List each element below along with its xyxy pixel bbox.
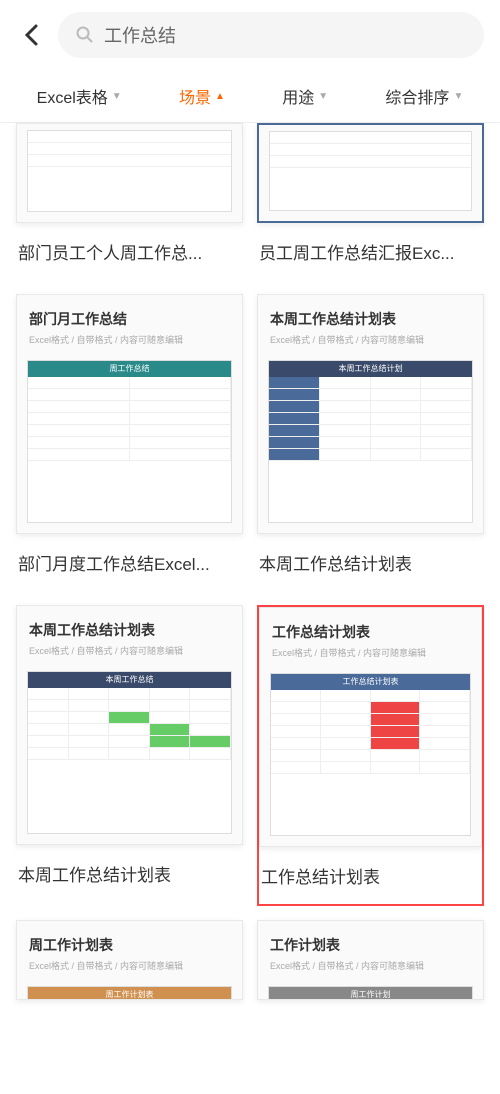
template-title: 员工周工作总结汇报Exc...	[257, 223, 484, 280]
template-thumbnail: 本周工作总结计划表 Excel格式 / 自带格式 / 内容可随意编辑 本周工作总…	[16, 605, 243, 845]
template-thumbnail	[16, 123, 243, 223]
thumb-heading: 部门月工作总结	[29, 309, 230, 329]
thumb-subtitle: Excel格式 / 自带格式 / 内容可随意编辑	[29, 644, 230, 657]
thumb-subtitle: Excel格式 / 自带格式 / 内容可随意编辑	[270, 333, 471, 346]
thumb-heading: 工作总结计划表	[272, 622, 469, 642]
thumb-heading: 周工作计划表	[29, 935, 230, 955]
template-thumbnail: 工作总结计划表 Excel格式 / 自带格式 / 内容可随意编辑 工作总结计划表	[259, 607, 482, 847]
template-title: 工作总结计划表	[259, 847, 482, 904]
search-input[interactable]: 工作总结	[58, 12, 484, 58]
template-card[interactable]: 员工周工作总结汇报Exc...	[257, 123, 484, 280]
template-thumbnail: 本周工作总结计划表 Excel格式 / 自带格式 / 内容可随意编辑 本周工作总…	[257, 294, 484, 534]
template-card[interactable]: 工作计划表 Excel格式 / 自带格式 / 内容可随意编辑 周工作计划	[257, 920, 484, 1000]
chevron-down-icon: ▼	[453, 91, 463, 102]
thumb-subtitle: Excel格式 / 自带格式 / 内容可随意编辑	[270, 959, 471, 972]
thumb-subtitle: Excel格式 / 自带格式 / 内容可随意编辑	[29, 333, 230, 346]
table-banner: 周工作总结	[28, 361, 231, 377]
template-thumbnail: 周工作计划表 Excel格式 / 自带格式 / 内容可随意编辑 周工作计划表	[16, 920, 243, 1000]
template-thumbnail: 工作计划表 Excel格式 / 自带格式 / 内容可随意编辑 周工作计划	[257, 920, 484, 1000]
filter-bar: Excel表格 ▼ 场景 ▲ 用途 ▼ 综合排序 ▼	[0, 70, 500, 123]
template-grid: 部门员工个人周工作总... 员工周工作总结汇报Exc... 部门月工作总结 Ex…	[0, 123, 500, 1016]
template-title: 本周工作总结计划表	[16, 845, 243, 902]
search-icon	[76, 26, 94, 44]
template-thumbnail	[257, 123, 484, 223]
table-banner: 本周工作总结计划	[269, 361, 472, 377]
table-banner: 本周工作总结	[28, 672, 231, 688]
chevron-down-icon: ▼	[112, 91, 122, 102]
table-banner: 周工作计划	[269, 987, 472, 1000]
back-button[interactable]	[16, 20, 46, 50]
thumb-subtitle: Excel格式 / 自带格式 / 内容可随意编辑	[272, 646, 469, 659]
template-title: 本周工作总结计划表	[257, 534, 484, 591]
template-thumbnail: 部门月工作总结 Excel格式 / 自带格式 / 内容可随意编辑 周工作总结	[16, 294, 243, 534]
template-card[interactable]: 本周工作总结计划表 Excel格式 / 自带格式 / 内容可随意编辑 本周工作总…	[257, 294, 484, 591]
template-card[interactable]: 本周工作总结计划表 Excel格式 / 自带格式 / 内容可随意编辑 本周工作总…	[16, 605, 243, 906]
search-query-text: 工作总结	[104, 22, 176, 48]
table-banner: 工作总结计划表	[271, 674, 470, 690]
table-banner: 周工作计划表	[28, 987, 231, 1000]
filter-usage[interactable]: 用途 ▼	[282, 84, 328, 108]
template-title: 部门月度工作总结Excel...	[16, 534, 243, 591]
thumb-heading: 本周工作总结计划表	[270, 309, 471, 329]
template-card[interactable]: 部门月工作总结 Excel格式 / 自带格式 / 内容可随意编辑 周工作总结	[16, 294, 243, 591]
template-card-highlighted[interactable]: 工作总结计划表 Excel格式 / 自带格式 / 内容可随意编辑 工作总结计划表	[257, 605, 484, 906]
template-title: 部门员工个人周工作总...	[16, 223, 243, 280]
chevron-up-icon: ▲	[215, 91, 225, 102]
template-card[interactable]: 部门员工个人周工作总...	[16, 123, 243, 280]
chevron-down-icon: ▼	[318, 91, 328, 102]
filter-excel[interactable]: Excel表格 ▼	[37, 84, 122, 108]
chevron-left-icon	[24, 24, 38, 46]
thumb-heading: 本周工作总结计划表	[29, 620, 230, 640]
thumb-heading: 工作计划表	[270, 935, 471, 955]
thumb-subtitle: Excel格式 / 自带格式 / 内容可随意编辑	[29, 959, 230, 972]
filter-sort[interactable]: 综合排序 ▼	[385, 84, 463, 108]
template-card[interactable]: 周工作计划表 Excel格式 / 自带格式 / 内容可随意编辑 周工作计划表	[16, 920, 243, 1000]
filter-scene[interactable]: 场景 ▲	[179, 84, 225, 108]
